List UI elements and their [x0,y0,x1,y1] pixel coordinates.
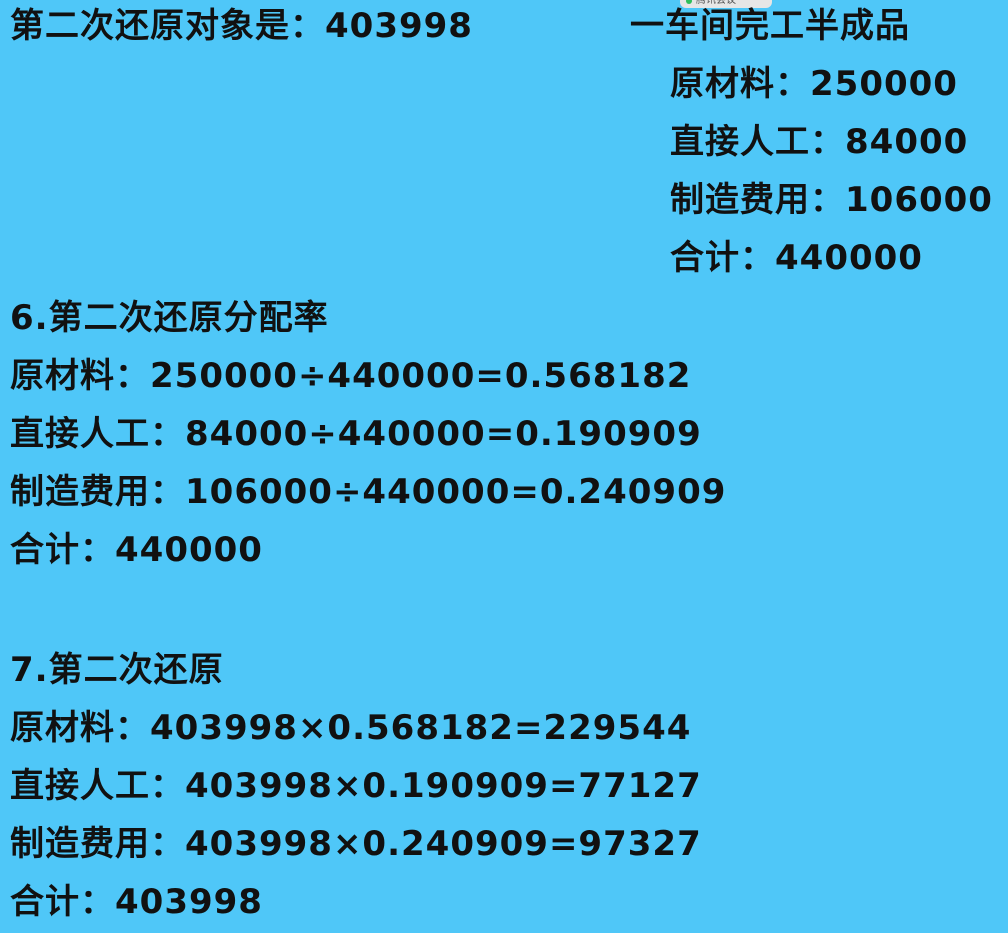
section6-direct-labor: 直接人工：84000÷440000=0.190909 [10,414,702,454]
section7-title: 7.第二次还原 [10,650,224,690]
section7-total: 合计：403998 [10,882,263,922]
section7-manufacturing-overhead: 制造费用：403998×0.240909=97327 [10,824,702,864]
section6-manufacturing-overhead: 制造费用：106000÷440000=0.240909 [10,472,727,512]
section6-title: 6.第二次还原分配率 [10,298,329,338]
workshop-item-raw-material: 原材料：250000 [670,64,958,104]
section6-total: 合计：440000 [10,530,263,570]
workshop-item-total: 合计：440000 [670,238,923,278]
section7-direct-labor: 直接人工：403998×0.190909=77127 [10,766,702,806]
second-reduction-target: 第二次还原对象是：403998 [10,6,473,46]
meeting-status-icon [686,0,692,4]
workshop-semi-finished-title: 一车间完工半成品 [630,6,910,46]
workshop-item-direct-labor: 直接人工：84000 [670,122,969,162]
workshop-item-manufacturing-overhead: 制造费用：106000 [670,180,993,220]
section7-raw-material: 原材料：403998×0.568182=229544 [10,708,692,748]
section6-raw-material: 原材料：250000÷440000=0.568182 [10,356,692,396]
